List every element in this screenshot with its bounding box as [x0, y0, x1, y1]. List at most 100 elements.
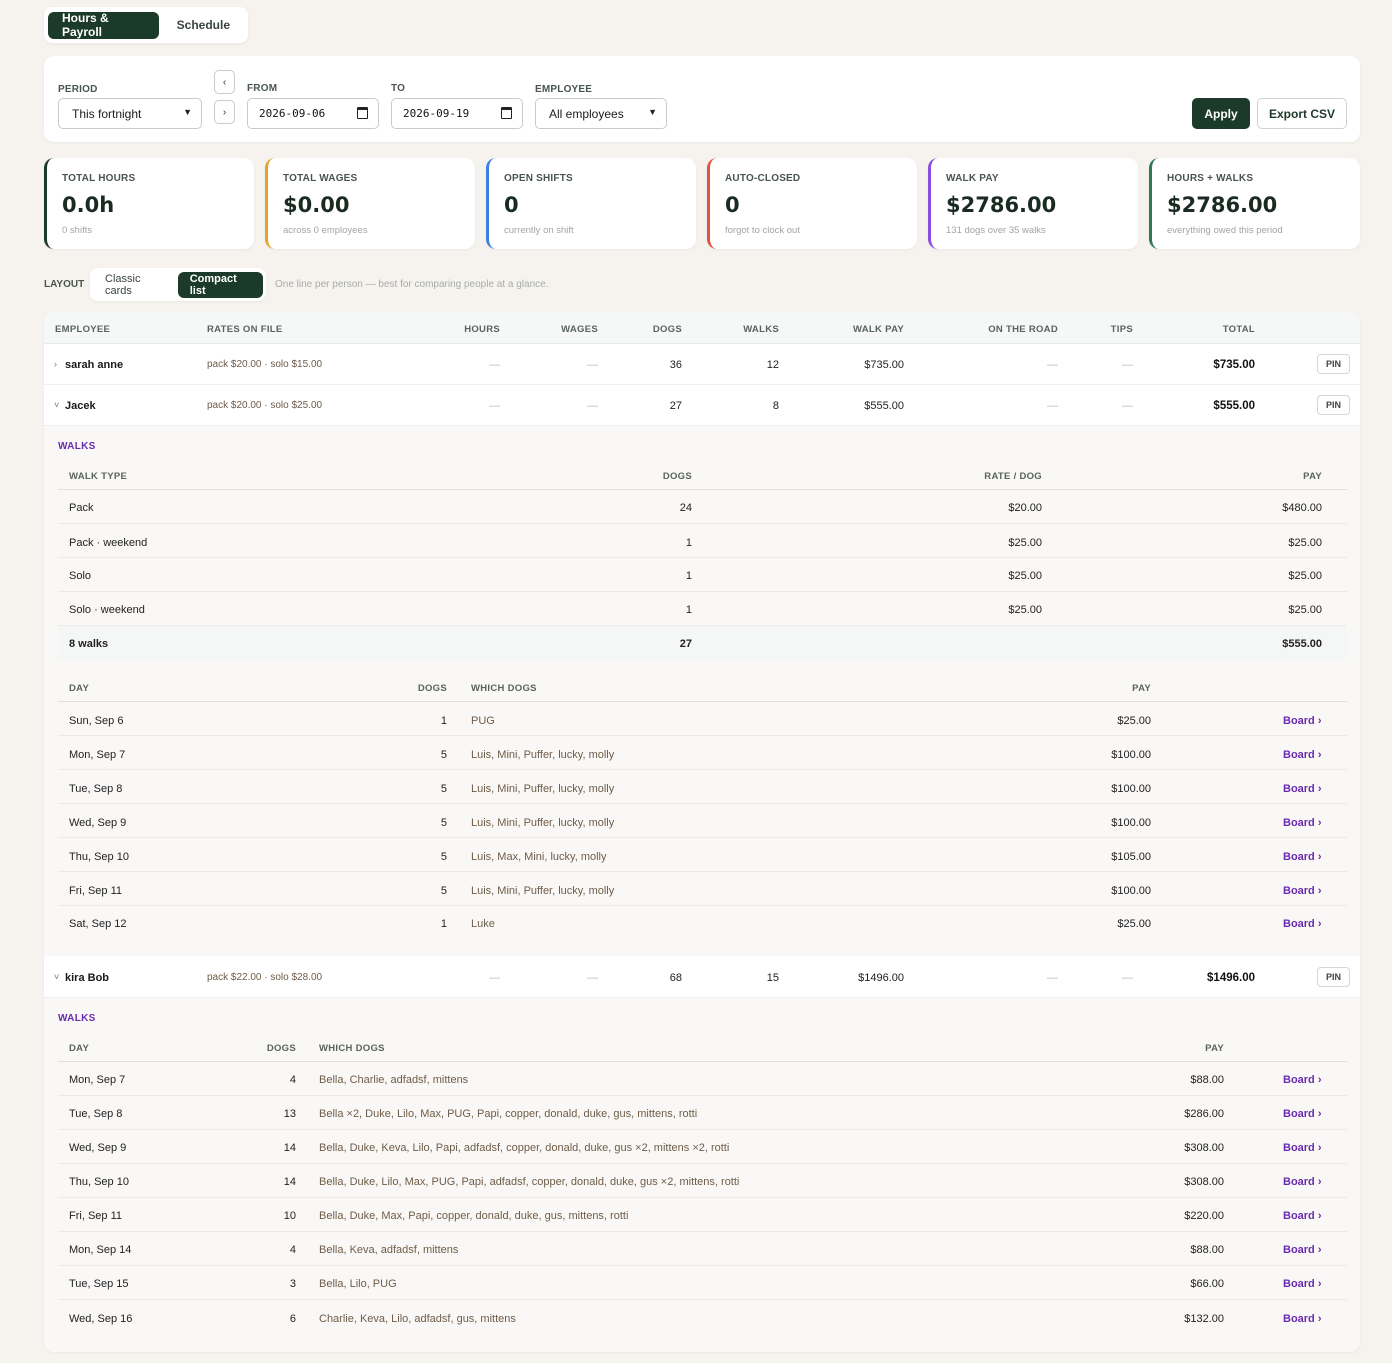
day-pay: $100.00	[1111, 749, 1151, 761]
day-row: Tue, Sep 8 5 Luis, Mini, Puffer, lucky, …	[58, 770, 1347, 804]
walk-type-rate: $25.00	[1008, 604, 1042, 616]
day-row: Fri, Sep 11 10 Bella, Duke, Max, Papi, c…	[58, 1198, 1347, 1232]
hours-value: —	[489, 400, 500, 412]
from-date-value: 2026-09-06	[259, 107, 326, 120]
board-link[interactable]: Board ›	[1283, 817, 1322, 829]
board-link[interactable]: Board ›	[1283, 783, 1322, 795]
next-period-button[interactable]: ›	[214, 100, 235, 124]
chevron-down-icon[interactable]: ˅	[54, 972, 59, 982]
from-date-input[interactable]: 2026-09-06	[247, 98, 379, 129]
employee-value: All employees	[549, 106, 624, 121]
walk-type-dogs: 1	[685, 604, 692, 616]
day-which-dogs: Luis, Max, Mini, lucky, molly	[471, 851, 607, 863]
pin-button[interactable]: PIN	[1317, 967, 1350, 987]
board-link[interactable]: Board ›	[1283, 1142, 1322, 1154]
layout-classic-cards[interactable]: Classic cards	[93, 272, 178, 298]
walk-type-dogs: 1	[685, 570, 692, 582]
calendar-icon	[357, 107, 368, 119]
day-row: Wed, Sep 16 6 Charlie, Keva, Lilo, adfad…	[58, 1300, 1347, 1334]
board-link[interactable]: Board ›	[1283, 1074, 1322, 1086]
col-total: TOTAL	[1222, 324, 1255, 335]
day-which-dogs: Luis, Mini, Puffer, lucky, molly	[471, 783, 615, 795]
walk-type-pay: $25.00	[1288, 570, 1322, 582]
walk-type: Pack	[69, 502, 94, 514]
col-day-dogs: DOGS	[417, 683, 447, 694]
employee-select[interactable]: All employees ▼	[535, 98, 667, 129]
day-dogs: 10	[283, 1210, 296, 1222]
chevron-left-icon: ‹	[222, 76, 227, 88]
filter-bar: PERIOD This fortnight ▼ ‹ › FROM 2026-09…	[44, 56, 1360, 142]
col-which-dogs: WHICH DOGS	[319, 1043, 385, 1054]
dogs-value: 27	[669, 400, 682, 412]
day-date: Mon, Sep 7	[69, 1074, 126, 1086]
walk-pay-value: $735.00	[864, 359, 904, 371]
day-dogs: 1	[440, 715, 447, 727]
col-tips: TIPS	[1110, 324, 1133, 335]
day-dogs: 5	[440, 851, 447, 863]
board-link[interactable]: Board ›	[1283, 1244, 1322, 1256]
board-link[interactable]: Board ›	[1283, 1210, 1322, 1222]
total-value: $735.00	[1213, 359, 1255, 371]
board-link[interactable]: Board ›	[1283, 918, 1322, 930]
day-dogs: 3	[289, 1278, 296, 1290]
tab-schedule[interactable]: Schedule	[163, 12, 244, 39]
day-which-dogs: Luis, Mini, Puffer, lucky, molly	[471, 885, 615, 897]
col-hours: HOURS	[464, 324, 500, 335]
pin-button[interactable]: PIN	[1317, 395, 1350, 415]
apply-button[interactable]: Apply	[1192, 98, 1250, 129]
col-day: DAY	[69, 683, 90, 694]
day-which-dogs: Luke	[471, 918, 495, 930]
walk-type-dogs: 24	[679, 502, 692, 514]
payroll-table: EMPLOYEE RATES ON FILE HOURS WAGES DOGS …	[44, 312, 1360, 1352]
stat-value: $2786.00	[1167, 193, 1278, 217]
board-link[interactable]: Board ›	[1283, 885, 1322, 897]
board-link[interactable]: Board ›	[1283, 1108, 1322, 1120]
col-dogs: DOGS	[652, 324, 682, 335]
kira-walks-detail: WALKS DAY DOGS WHICH DOGS PAY Mon, Sep 7…	[44, 998, 1360, 1352]
board-link[interactable]: Board ›	[1283, 1313, 1322, 1325]
day-dogs: 14	[283, 1176, 296, 1188]
walk-type-row: Solo · weekend 1 $25.00 $25.00	[58, 592, 1347, 626]
prev-period-button[interactable]: ‹	[214, 70, 235, 94]
col-day-pay: PAY	[1132, 683, 1151, 694]
walks-value: 12	[766, 359, 779, 371]
employee-rates: pack $20.00 · solo $15.00	[207, 359, 323, 370]
pin-button[interactable]: PIN	[1317, 354, 1350, 374]
employee-row-jacek[interactable]: ˅ Jacek pack $20.00 · solo $25.00 — — 27…	[44, 385, 1360, 426]
employee-name: sarah anne	[65, 359, 124, 371]
total-value: $555.00	[1213, 400, 1255, 412]
chevron-right-icon: ›	[222, 106, 227, 118]
tab-hours-payroll[interactable]: Hours & Payroll	[48, 11, 159, 39]
day-which-dogs: Bella, Keva, adfadsf, mittens	[319, 1244, 459, 1256]
day-date: Thu, Sep 10	[69, 851, 129, 863]
from-label: FROM	[247, 83, 278, 94]
day-which-dogs: PUG	[471, 715, 495, 727]
to-date-input[interactable]: 2026-09-19	[391, 98, 523, 129]
day-dogs: 6	[289, 1313, 296, 1325]
employee-row-sarah-anne[interactable]: › sarah anne pack $20.00 · solo $15.00 —…	[44, 344, 1360, 385]
board-link[interactable]: Board ›	[1283, 1176, 1322, 1188]
employee-row-kira-bob[interactable]: ˅ kira Bob pack $22.00 · solo $28.00 — —…	[44, 957, 1360, 998]
board-link[interactable]: Board ›	[1283, 851, 1322, 863]
board-link[interactable]: Board ›	[1283, 715, 1322, 727]
col-day-dogs: DOGS	[266, 1043, 296, 1054]
tips-value: —	[1122, 400, 1133, 412]
walk-type-pay: $25.00	[1288, 537, 1322, 549]
chevron-down-icon[interactable]: ˅	[54, 400, 59, 410]
day-pay: $105.00	[1111, 851, 1151, 863]
stat-subtext: 0 shifts	[62, 225, 93, 236]
export-csv-button[interactable]: Export CSV	[1257, 98, 1347, 129]
chevron-down-icon: ▼	[183, 107, 192, 117]
day-pay: $66.00	[1190, 1278, 1224, 1290]
tips-value: —	[1122, 972, 1133, 984]
period-select[interactable]: This fortnight ▼	[58, 98, 202, 129]
board-link[interactable]: Board ›	[1283, 749, 1322, 761]
day-date: Wed, Sep 9	[69, 1142, 127, 1154]
chevron-right-icon[interactable]: ›	[54, 359, 57, 369]
board-link[interactable]: Board ›	[1283, 1278, 1322, 1290]
employee-rates: pack $20.00 · solo $25.00	[207, 400, 323, 411]
walks-count: 8 walks	[69, 638, 109, 650]
dogs-value: 36	[669, 359, 682, 371]
view-tabs: Hours & Payroll Schedule	[44, 7, 248, 43]
layout-compact-list[interactable]: Compact list	[177, 271, 263, 298]
